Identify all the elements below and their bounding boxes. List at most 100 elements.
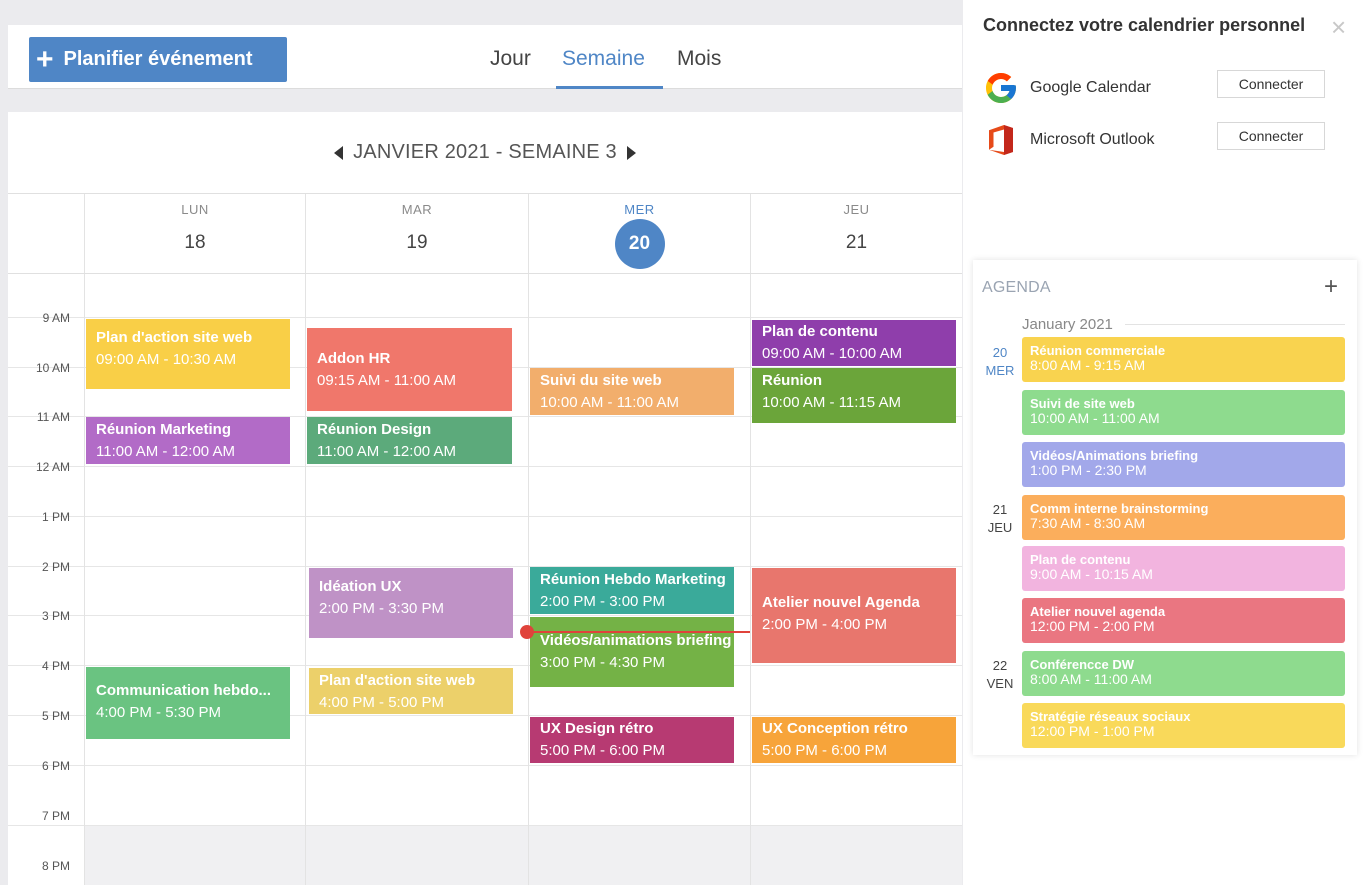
agenda-event-time: 12:00 PM - 2:00 PM <box>1030 618 1155 634</box>
calendar-event[interactable]: Réunion 10:00 AM - 11:15 AM <box>752 368 956 423</box>
date-day: JEU <box>987 520 1013 535</box>
event-time: 09:00 AM - 10:30 AM <box>96 351 237 368</box>
event-time: 4:00 PM - 5:30 PM <box>96 704 222 721</box>
month-divider <box>1125 324 1345 325</box>
tab-mois[interactable]: Mois <box>677 47 721 71</box>
plan-event-label: Planifier événement <box>63 48 253 70</box>
agenda-event-time: 8:00 AM - 11:00 AM <box>1030 671 1152 687</box>
event-title: Réunion <box>762 372 822 389</box>
calendar-event[interactable]: Réunion Hebdo Marketing 2:00 PM - 3:00 P… <box>530 567 734 614</box>
event-title: Addon HR <box>317 350 391 367</box>
hour-line <box>8 317 962 318</box>
calendar-event[interactable]: Communication hebdo... 4:00 PM - 5:30 PM <box>86 667 290 739</box>
tab-jour[interactable]: Jour <box>490 47 531 71</box>
hour-line <box>8 516 962 517</box>
date-number: 21 <box>992 502 1008 517</box>
panel-title: Connectez votre calendrier personnel <box>983 15 1306 35</box>
calendar-event[interactable]: Plan d'action site web 4:00 PM - 5:00 PM <box>309 668 513 714</box>
day-header-lun[interactable]: LUN 18 <box>84 194 305 274</box>
current-time-line <box>528 631 750 633</box>
day-name: LUN <box>181 202 209 217</box>
connect-outlook-button[interactable]: Connecter <box>1217 122 1325 150</box>
hour-label: 7 PM <box>41 809 70 823</box>
agenda-event[interactable]: Atelier nouvel agenda 12:00 PM - 2:00 PM <box>1022 598 1345 643</box>
plan-event-button[interactable]: + Planifier événement <box>29 37 287 82</box>
active-tab-indicator <box>556 86 663 89</box>
agenda-event[interactable]: Réunion commerciale 8:00 AM - 9:15 AM <box>1022 337 1345 382</box>
agenda-event-time: 1:00 PM - 2:30 PM <box>1030 462 1147 478</box>
agenda-event-title: Plan de contenu <box>1030 552 1131 567</box>
agenda-event-title: Suivi de site web <box>1030 396 1135 411</box>
day-name: MAR <box>401 202 433 217</box>
after-hours-zone <box>84 825 962 885</box>
calendar-event[interactable]: UX Conception rétro 5:00 PM - 6:00 PM <box>752 717 956 763</box>
calendar-event[interactable]: Vidéos/animations briefing 3:00 PM - 4:3… <box>530 617 734 687</box>
calendar-event[interactable]: Réunion Marketing 11:00 AM - 12:00 AM <box>86 417 290 464</box>
event-title: Plan d'action site web <box>96 329 253 346</box>
calendar-event[interactable]: Réunion Design 11:00 AM - 12:00 AM <box>307 417 512 464</box>
event-time: 5:00 PM - 6:00 PM <box>762 742 888 759</box>
agenda-event-title: Stratégie réseaux sociaux <box>1030 709 1191 724</box>
week-calendar: JANVIER 2021 - SEMAINE 3 LUN 18 MAR 19 M… <box>8 112 962 885</box>
date-number: 20 <box>992 345 1008 360</box>
google-icon <box>986 73 1016 103</box>
next-week-icon[interactable] <box>626 145 636 160</box>
event-time: 10:00 AM - 11:15 AM <box>762 394 901 411</box>
day-number: 19 <box>406 232 428 253</box>
agenda-date: 22 VEN <box>981 657 1019 693</box>
add-icon[interactable]: + <box>1324 273 1338 301</box>
hour-line <box>8 765 962 766</box>
agenda-event[interactable]: Stratégie réseaux sociaux 12:00 PM - 1:0… <box>1022 703 1345 748</box>
agenda-event-time: 12:00 PM - 1:00 PM <box>1030 723 1155 739</box>
agenda-event-title: Conférencce DW <box>1030 657 1135 672</box>
agenda-event-title: Comm interne brainstorming <box>1030 501 1209 516</box>
hour-label: 3 PM <box>41 609 70 623</box>
agenda-event[interactable]: Comm interne brainstorming 7:30 AM - 8:3… <box>1022 495 1345 540</box>
hour-label: 6 PM <box>41 759 70 773</box>
calendar-event[interactable]: UX Design rétro 5:00 PM - 6:00 PM <box>530 717 734 763</box>
close-icon[interactable]: × <box>1331 12 1346 43</box>
event-time: 10:00 AM - 11:00 AM <box>540 394 679 411</box>
agenda-event-time: 8:00 AM - 9:15 AM <box>1030 357 1146 373</box>
agenda-date: 20 MER <box>981 344 1019 380</box>
agenda-event[interactable]: Conférencce DW 8:00 AM - 11:00 AM <box>1022 651 1345 696</box>
connection-name: Microsoft Outlook <box>1030 131 1155 148</box>
event-title: Réunion Marketing <box>96 421 232 438</box>
calendar-event[interactable]: Suivi du site web 10:00 AM - 11:00 AM <box>530 368 734 415</box>
event-time: 11:00 AM - 12:00 AM <box>96 443 235 460</box>
event-title: Idéation UX <box>319 578 402 595</box>
date-number: 22 <box>992 658 1008 673</box>
day-header-jeu[interactable]: JEU 21 <box>750 194 962 274</box>
calendar-event[interactable]: Plan de contenu 09:00 AM - 10:00 AM <box>752 320 956 366</box>
agenda-event[interactable]: Suivi de site web 10:00 AM - 11:00 AM <box>1022 390 1345 435</box>
event-time: 5:00 PM - 6:00 PM <box>540 742 666 759</box>
tab-semaine[interactable]: Semaine <box>562 47 645 71</box>
calendar-event[interactable]: Idéation UX 2:00 PM - 3:30 PM <box>309 568 513 638</box>
day-header-mar[interactable]: MAR 19 <box>305 194 528 274</box>
week-navigation: JANVIER 2021 - SEMAINE 3 <box>8 112 962 194</box>
hour-line <box>8 466 962 467</box>
hour-line <box>8 825 962 826</box>
agenda-event[interactable]: Plan de contenu 9:00 AM - 10:15 AM <box>1022 546 1345 591</box>
agenda-event-title: Atelier nouvel agenda <box>1030 604 1166 619</box>
agenda-event-title: Réunion commerciale <box>1030 343 1166 358</box>
agenda-event[interactable]: Vidéos/Animations briefing 1:00 PM - 2:3… <box>1022 442 1345 487</box>
event-title: Plan de contenu <box>762 323 878 340</box>
event-title: Atelier nouvel Agenda <box>762 594 920 611</box>
connect-google-button[interactable]: Connecter <box>1217 70 1325 98</box>
event-title: Réunion Design <box>317 421 432 438</box>
office-icon <box>989 125 1013 155</box>
event-time: 09:00 AM - 10:00 AM <box>762 345 903 362</box>
event-title: Réunion Hebdo Marketing <box>540 571 726 588</box>
calendar-event[interactable]: Atelier nouvel Agenda 2:00 PM - 4:00 PM <box>752 568 956 663</box>
day-header-mer[interactable]: MER 20 <box>528 194 750 274</box>
hour-label: 11 AM <box>36 410 70 424</box>
event-time: 4:00 PM - 5:00 PM <box>319 694 445 711</box>
calendar-event[interactable]: Addon HR 09:15 AM - 11:00 AM <box>307 328 512 411</box>
event-title: UX Conception rétro <box>762 720 908 737</box>
day-column-divider <box>528 274 529 885</box>
previous-week-icon[interactable] <box>334 145 344 160</box>
hour-label: 9 AM <box>42 311 70 325</box>
calendar-event[interactable]: Plan d'action site web 09:00 AM - 10:30 … <box>86 319 290 389</box>
event-time: 3:00 PM - 4:30 PM <box>540 654 666 671</box>
